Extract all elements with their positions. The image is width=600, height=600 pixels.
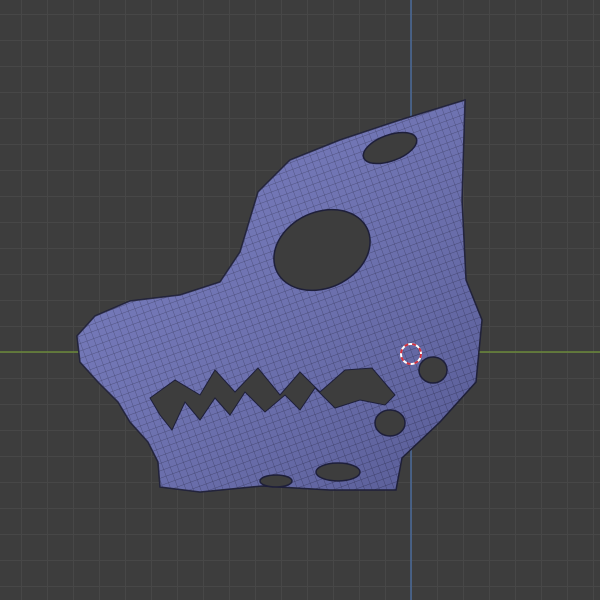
3d-viewport[interactable]	[0, 0, 600, 600]
strap-hole	[374, 409, 406, 437]
strap-hole	[418, 356, 448, 384]
strap-hole	[259, 474, 293, 488]
wolf-mask-mesh[interactable]	[76, 98, 483, 493]
viewport-scene	[0, 0, 600, 600]
strap-hole	[315, 462, 361, 482]
